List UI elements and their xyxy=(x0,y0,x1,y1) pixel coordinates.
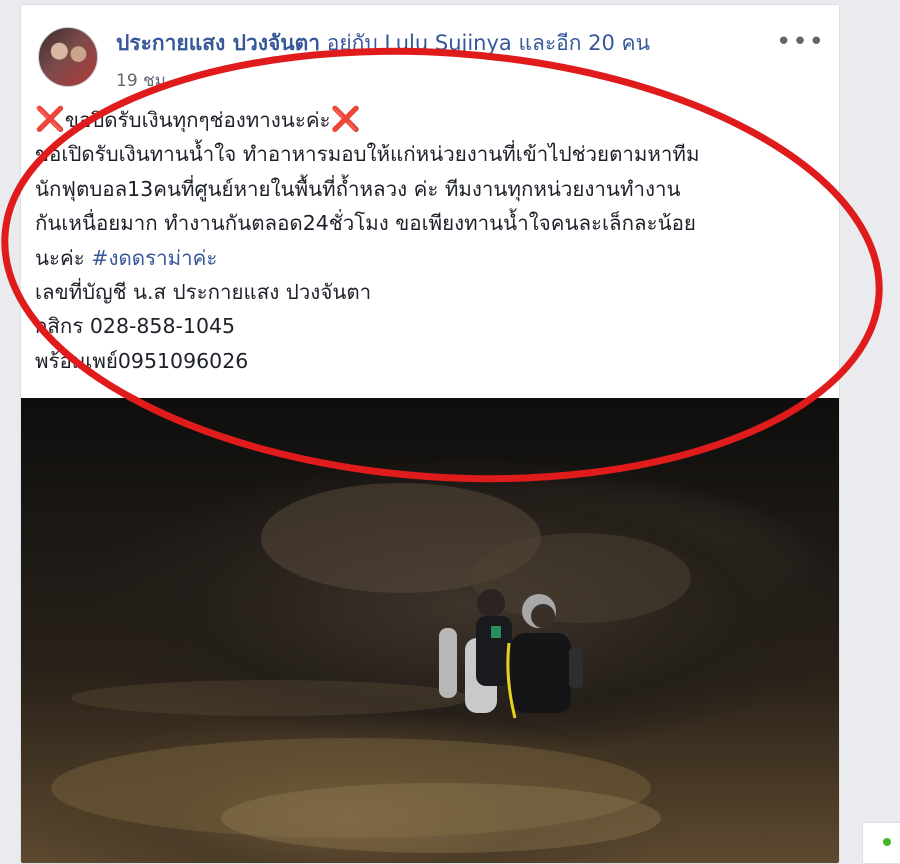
post-header: ประกายแสง ปวงจันตา อยู่กับ Lulu Sujinya … xyxy=(21,5,839,95)
more-options-icon[interactable]: ••• xyxy=(776,27,825,57)
online-status-dot xyxy=(883,838,891,846)
tagged-people-link[interactable]: อยู่กับ Lulu Sujinya และอีก 20 คน xyxy=(320,31,650,55)
body-text: ขอเปิดรับเงินทานน้ำใจ ทำอาหารมอบให้แก่หน… xyxy=(35,142,700,167)
body-line-4: กันเหนื่อยมาก ทำงานกันตลอด24ชั่วโมง ขอเพ… xyxy=(35,206,827,240)
post-body: ❌ขอปิดรับเงินทุกๆช่องทางนะค่ะ❌ ขอเปิดรับ… xyxy=(35,103,827,378)
author-line: ประกายแสง ปวงจันตา อยู่กับ Lulu Sujinya … xyxy=(116,27,650,60)
diver-left xyxy=(439,589,512,713)
body-text: พร้อมเพย์0951096026 xyxy=(35,348,249,373)
body-text: ขอปิดรับเงินทุกๆช่องทางนะค่ะ xyxy=(64,108,331,132)
hashtag-link[interactable]: #งดดราม่าค่ะ xyxy=(91,246,217,270)
body-text: กสิกร 028-858-1045 xyxy=(35,314,236,339)
author-name-link[interactable]: ประกายแสง ปวงจันตา xyxy=(116,31,320,55)
red-cross-mark-icon: ❌ xyxy=(330,105,361,133)
post-timestamp[interactable]: 19 ชม. xyxy=(116,67,171,94)
body-text: นะค่ะ xyxy=(35,245,92,270)
body-line-1: ❌ขอปิดรับเงินทุกๆช่องทางนะค่ะ❌ xyxy=(35,103,827,137)
body-line-6: เลขที่บัญชี น.ส ประกายแสง ปวงจันตา xyxy=(35,275,827,309)
chat-sidebar-edge[interactable] xyxy=(862,822,900,864)
body-text: นักฟุตบอล13คนที่ศูนย์หายในพื้นที่ถ้ำหลวง… xyxy=(35,176,681,201)
author-avatar[interactable] xyxy=(38,27,98,87)
body-line-5: นะค่ะ #งดดราม่าค่ะ xyxy=(35,241,827,275)
body-line-7: กสิกร 028-858-1045 xyxy=(35,309,827,343)
cave-divers-illustration xyxy=(51,483,691,853)
body-line-2: ขอเปิดรับเงินทานน้ำใจ ทำอาหารมอบให้แก่หน… xyxy=(35,137,827,171)
facebook-post: ประกายแสง ปวงจันตา อยู่กับ Lulu Sujinya … xyxy=(20,4,840,864)
body-line-8: พร้อมเพย์0951096026 xyxy=(35,344,827,378)
body-text: เลขที่บัญชี น.ส ประกายแสง ปวงจันตา xyxy=(35,279,372,304)
body-line-3: นักฟุตบอล13คนที่ศูนย์หายในพื้นที่ถ้ำหลวง… xyxy=(35,172,827,206)
red-cross-mark-icon: ❌ xyxy=(35,105,65,133)
post-photo[interactable] xyxy=(21,398,839,863)
body-text: กันเหนื่อยมาก ทำงานกันตลอด24ชั่วโมง ขอเพ… xyxy=(35,211,696,236)
